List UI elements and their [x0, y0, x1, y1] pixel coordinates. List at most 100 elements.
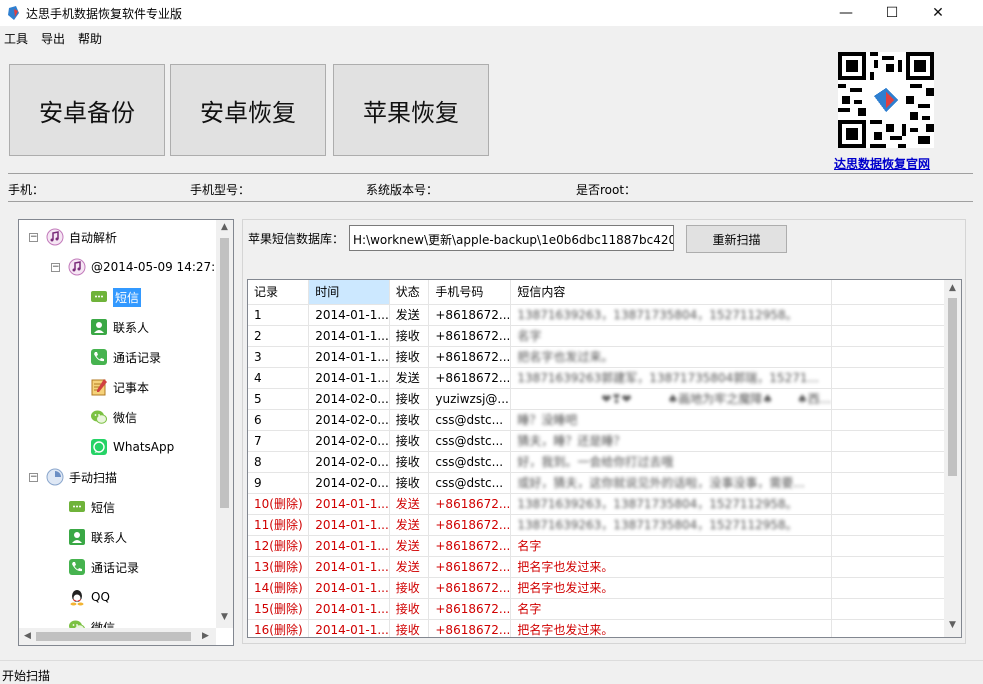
phone-cell: +8618672...: [428, 598, 512, 620]
table-row[interactable]: 3 2014-01-1... 接收 +8618672... 把名字也发过来。: [248, 346, 961, 368]
tree-item-wechat[interactable]: 微信: [89, 406, 137, 428]
tree-item-call-log[interactable]: 通话记录: [67, 556, 139, 578]
scroll-down-icon[interactable]: ▼: [216, 612, 233, 622]
record-cell: 6: [248, 409, 310, 431]
filler-cell: [831, 598, 961, 620]
record-cell: 15(删除): [248, 598, 310, 620]
divider: [8, 201, 973, 202]
column-header-record[interactable]: 记录: [248, 280, 310, 305]
android-backup-button[interactable]: 安卓备份: [9, 64, 165, 156]
table-row[interactable]: 6 2014-02-0... 接收 css@dstc... 睡？没睡吧: [248, 409, 961, 431]
menu-export[interactable]: 导出: [41, 30, 65, 47]
db-path-input[interactable]: H:\worknew\更新\apple-backup\1e0b6dbc11887…: [349, 225, 674, 251]
collapse-toggle[interactable]: −: [51, 263, 60, 272]
collapse-toggle[interactable]: −: [29, 233, 38, 242]
content-cell: ❤❣❤ ♠画地为牢之魔障♠ ♠西...: [510, 388, 833, 410]
scan-icon: [45, 468, 65, 486]
phone-icon: [89, 348, 109, 366]
rescan-button[interactable]: 重新扫描: [686, 225, 787, 253]
column-header-time[interactable]: 时间: [308, 280, 390, 305]
root-status-label: 是否root：: [576, 183, 637, 197]
content-cell: 睡？没睡吧: [510, 409, 833, 431]
scroll-up-icon[interactable]: ▲: [216, 222, 233, 232]
filler-cell: [831, 451, 961, 473]
tree-item-sms[interactable]: 短信: [67, 496, 115, 518]
table-row[interactable]: 4 2014-01-1... 发送 +8618672... 13871639263郭建军…: [248, 367, 961, 389]
menu-tools[interactable]: 工具: [4, 30, 28, 47]
android-restore-button[interactable]: 安卓恢复: [170, 64, 326, 156]
tree-item-qq[interactable]: QQ: [67, 586, 110, 608]
table-row[interactable]: 11(删除) 2014-01-1... 发送 +8618672... 138716392…: [248, 514, 961, 536]
table-row[interactable]: 12(删除) 2014-01-1... 发送 +8618672... 名字: [248, 535, 961, 557]
scroll-thumb[interactable]: [36, 632, 191, 641]
phone-cell: css@dstc...: [428, 451, 512, 473]
tree-view[interactable]: − 自动解析 − @2014-05-09 14:27:3 短信 联系人 通话记录…: [18, 219, 234, 646]
column-header-content[interactable]: 短信内容: [510, 280, 833, 305]
record-cell: 3: [248, 346, 310, 368]
filler-cell: [831, 346, 961, 368]
minimize-button[interactable]: —: [823, 0, 869, 26]
tree-item-contacts[interactable]: 联系人: [67, 526, 127, 548]
table-row[interactable]: 10(删除) 2014-01-1... 发送 +8618672... 138716392…: [248, 493, 961, 515]
filler-cell: [831, 388, 961, 410]
tree-label: 记事本: [113, 380, 150, 395]
status-cell: 发送: [389, 367, 430, 389]
tree-item-whatsapp[interactable]: WhatsApp: [89, 436, 174, 458]
tree-item-notepad[interactable]: 记事本: [89, 376, 149, 398]
table-row[interactable]: 1 2014-01-1... 发送 +8618672... 13871639263，13…: [248, 304, 961, 326]
collapse-toggle[interactable]: −: [29, 473, 38, 482]
sms-icon: [89, 288, 109, 306]
tree-item-sms[interactable]: 短信: [89, 286, 142, 308]
close-button[interactable]: ✕: [915, 0, 961, 26]
table-row[interactable]: 5 2014-02-0... 接收 yuziwzsj@... ❤❣❤ ♠画地为牢之魔障…: [248, 388, 961, 410]
time-cell: 2014-01-1...: [308, 556, 390, 578]
table-row[interactable]: 14(删除) 2014-01-1... 接收 +8618672... 把名字也发过来。: [248, 577, 961, 599]
column-header-phone[interactable]: 手机号码: [428, 280, 512, 305]
scroll-right-icon[interactable]: ▶: [197, 631, 214, 641]
time-cell: 2014-01-1...: [308, 535, 390, 557]
time-cell: 2014-01-1...: [308, 346, 390, 368]
scroll-down-icon[interactable]: ▼: [944, 620, 961, 630]
table-row[interactable]: 15(删除) 2014-01-1... 接收 +8618672... 名字: [248, 598, 961, 620]
tree-label: 联系人: [113, 320, 150, 335]
time-cell: 2014-02-0...: [308, 451, 390, 473]
phone-icon: [67, 558, 87, 576]
tree-label: 联系人: [91, 530, 128, 545]
scroll-up-icon[interactable]: ▲: [944, 283, 961, 293]
table-row[interactable]: 13(删除) 2014-01-1... 发送 +8618672... 把名字也发过来。: [248, 556, 961, 578]
tree-item-contacts[interactable]: 联系人: [89, 316, 149, 338]
content-cell: 把名字也发过来。: [510, 556, 833, 578]
contacts-icon: [89, 318, 109, 336]
table-row[interactable]: 7 2014-02-0... 接收 css@dstc... 猜夫，睡？还是睡？: [248, 430, 961, 452]
time-cell: 2014-01-1...: [308, 577, 390, 599]
phone-cell: +8618672...: [428, 514, 512, 536]
official-site-link[interactable]: 达思数据恢复官网: [834, 155, 930, 172]
table-row[interactable]: 9 2014-02-0... 接收 css@dstc... 或好，猜夫，这你就说见外的话…: [248, 472, 961, 494]
tree-horizontal-scrollbar[interactable]: ◀ ▶: [19, 628, 216, 645]
tree-node-backup[interactable]: @2014-05-09 14:27:3: [67, 256, 223, 278]
status-cell: 发送: [389, 535, 430, 557]
table-vertical-scrollbar[interactable]: ▲ ▼: [944, 280, 961, 637]
content-cell: 13871639263，13871735804，1527112958。: [510, 304, 833, 326]
record-cell: 2: [248, 325, 310, 347]
column-header-status[interactable]: 状态: [389, 280, 430, 305]
phone-cell: +8618672...: [428, 346, 512, 368]
maximize-button[interactable]: ☐: [869, 0, 915, 26]
table-row[interactable]: 16(删除) 2014-01-1... 接收 +8618672... 把名字也发过来。: [248, 619, 961, 637]
tree-node-auto-parse[interactable]: 自动解析: [45, 226, 117, 248]
table-row[interactable]: 2 2014-01-1... 接收 +8618672... 名字: [248, 325, 961, 347]
filler-cell: [831, 409, 961, 431]
music-icon: [45, 228, 65, 246]
tree-vertical-scrollbar[interactable]: ▲ ▼: [216, 220, 233, 628]
sms-table[interactable]: 记录 时间 状态 手机号码 短信内容 1 2014-01-1... 发送 +86186…: [247, 279, 962, 638]
scroll-left-icon[interactable]: ◀: [19, 631, 36, 641]
tree-node-manual-scan[interactable]: 手动扫描: [45, 466, 117, 488]
scroll-thumb[interactable]: [948, 298, 957, 476]
scroll-thumb[interactable]: [220, 238, 229, 508]
tree-item-call-log[interactable]: 通话记录: [89, 346, 161, 368]
filler-cell: [831, 556, 961, 578]
table-row[interactable]: 8 2014-02-0... 接收 css@dstc... 好，我到。一会给你打过去哦: [248, 451, 961, 473]
apple-restore-button[interactable]: 苹果恢复: [333, 64, 489, 156]
phone-cell: +8618672...: [428, 577, 512, 599]
menu-help[interactable]: 帮助: [78, 30, 102, 47]
